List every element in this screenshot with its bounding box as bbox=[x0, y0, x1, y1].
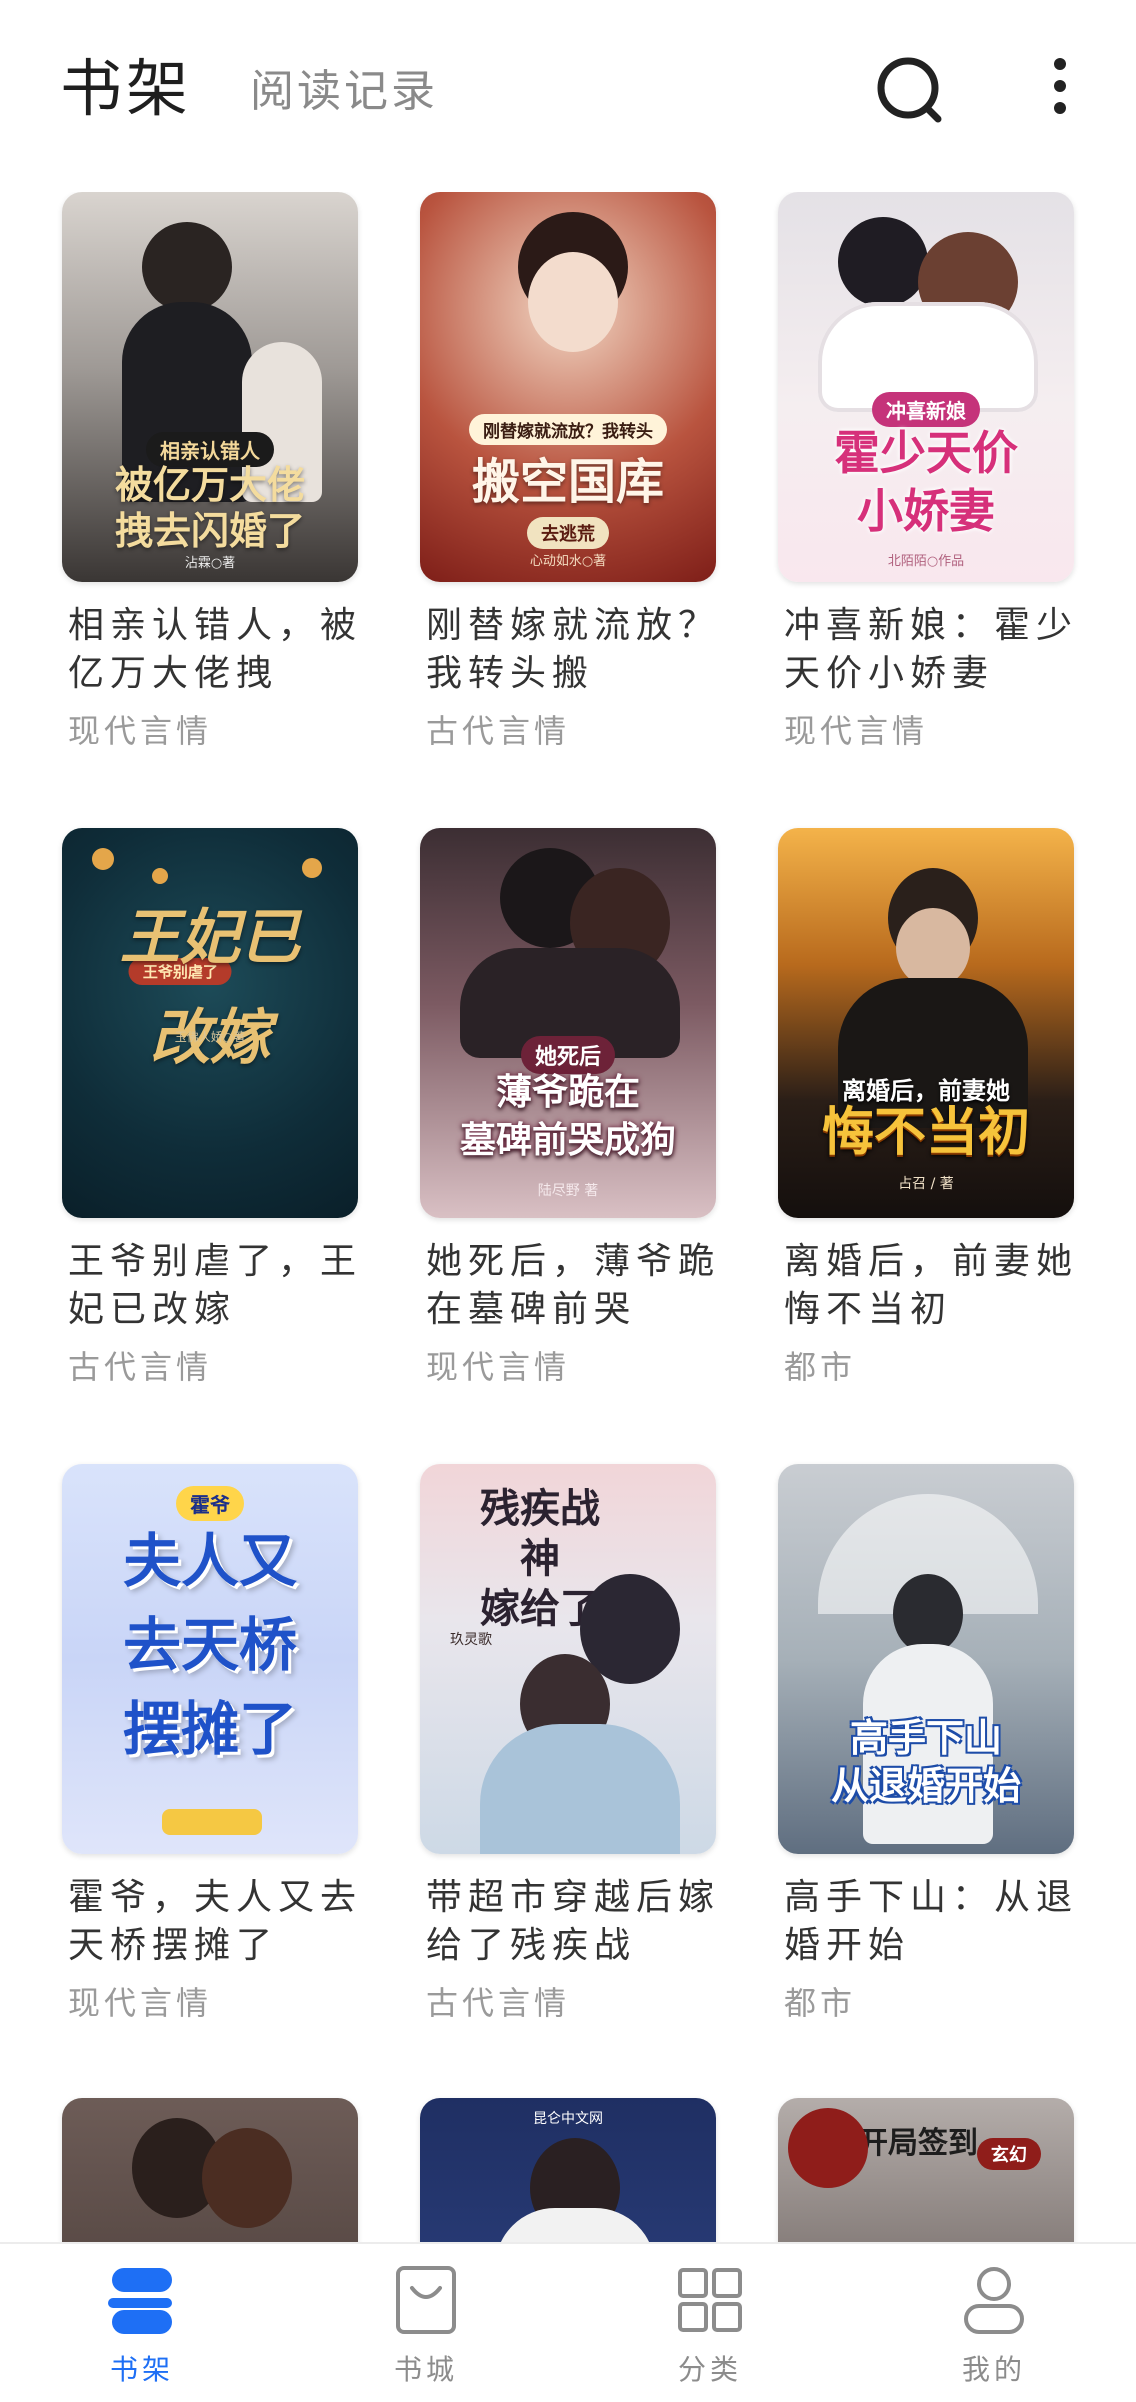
cover-title: 高手下山 从退婚开始 bbox=[830, 1715, 1021, 1808]
book-title: 她死后，薄爷跪在墓碑前哭 bbox=[426, 1241, 720, 1330]
cover-author: 心动如水○著 bbox=[529, 554, 607, 569]
nav-label: 书架 bbox=[109, 2353, 174, 2386]
bookshelf-icon bbox=[108, 2268, 172, 2334]
book-category: 都市 bbox=[784, 1984, 857, 2022]
cover-tag: 玄幻 bbox=[976, 2138, 1041, 2170]
search-icon bbox=[877, 57, 942, 123]
bottom-navigation: 书架 书城 分类 我的 bbox=[0, 2242, 1136, 2402]
cover-author: 玉佛人娇○著 bbox=[174, 1030, 246, 1044]
book-category: 古代言情 bbox=[426, 712, 571, 750]
book-category: 古代言情 bbox=[426, 1984, 571, 2022]
book-item[interactable]: 王爷别虐了 王妃已 改嫁 玉佛人娇○著 王爷别虐了，王妃已改嫁 古代言情 bbox=[62, 828, 362, 1388]
cover-figure bbox=[528, 252, 618, 352]
book-category: 现代言情 bbox=[426, 1348, 571, 1386]
book-cover: 玄幻 开局签到 bbox=[778, 2098, 1074, 2242]
cover-tag: 冲喜新娘 bbox=[872, 392, 980, 427]
book-item[interactable]: 昆仑中文网 bbox=[420, 2098, 720, 2242]
book-category: 都市 bbox=[784, 1348, 857, 1386]
cover-figure bbox=[202, 2128, 292, 2228]
book-cover: 她死后 薄爷跪在 墓碑前哭成狗 陆尽野 著 bbox=[420, 828, 716, 1218]
cover-title: 悔不当初 bbox=[821, 1102, 1030, 1163]
cover-title: 霍少天价 小娇妻 bbox=[834, 426, 1018, 538]
book-item[interactable]: 相亲认错人 被亿万大佬 拽去闪婚了 沾霖○著 相亲认错人，被亿万大佬拽 现代言情 bbox=[62, 192, 362, 752]
cover-title: 薄爷跪在 墓碑前哭成狗 bbox=[459, 1071, 676, 1161]
cover-author: 玖灵歌 bbox=[450, 1632, 492, 1648]
cover-title: 被亿万大佬 拽去闪婚了 bbox=[114, 462, 305, 553]
book-cover: 王爷别虐了 王妃已 改嫁 玉佛人娇○著 bbox=[62, 828, 358, 1218]
cover-figure bbox=[495, 2208, 655, 2242]
cover-subtag: 去逃荒 bbox=[527, 517, 609, 549]
nav-label: 我的 bbox=[961, 2353, 1026, 2386]
cover-author: 陆尽野 著 bbox=[537, 1183, 599, 1199]
book-item[interactable]: 霍爷 夫人又 去天桥 摆摊了 霍爷，夫人又去天桥摆摊了 现代言情 bbox=[62, 1464, 362, 2024]
book-title: 离婚后，前妻她悔不当初 bbox=[784, 1241, 1078, 1330]
store-bag-icon bbox=[396, 2266, 456, 2334]
cover-publisher: 昆仑中文网 bbox=[533, 2111, 603, 2127]
cover-banner bbox=[162, 1809, 262, 1835]
book-item[interactable]: 刚替嫁就流放？我转头 搬空国库 去逃荒 心动如水○著 刚替嫁就流放？我转头搬 古… bbox=[420, 192, 720, 752]
nav-categories[interactable]: 分类 bbox=[610, 2262, 810, 2392]
book-cover bbox=[62, 2098, 358, 2242]
more-vertical-icon bbox=[1054, 58, 1066, 114]
book-title: 高手下山：从退婚开始 bbox=[784, 1877, 1078, 1966]
nav-bookshelf[interactable]: 书架 bbox=[42, 2262, 242, 2392]
cover-title: 夫人又 去天桥 摆摊了 bbox=[122, 1527, 297, 1763]
book-item[interactable]: 她死后 薄爷跪在 墓碑前哭成狗 陆尽野 著 她死后，薄爷跪在墓碑前哭 现代言情 bbox=[420, 828, 720, 1388]
book-item[interactable]: 玄幻 开局签到 bbox=[778, 2098, 1078, 2242]
cover-figure bbox=[142, 222, 232, 312]
book-category: 现代言情 bbox=[784, 712, 929, 750]
book-item[interactable]: 冲喜新娘 霍少天价 小娇妻 北陌陌○作品 冲喜新娘：霍少天价小娇妻 现代言情 bbox=[778, 192, 1078, 752]
category-grid-icon bbox=[678, 2268, 742, 2332]
book-cover: 昆仑中文网 bbox=[420, 2098, 716, 2242]
cover-title: 搬空国库 bbox=[471, 454, 664, 510]
book-cover: 冲喜新娘 霍少天价 小娇妻 北陌陌○作品 bbox=[778, 192, 1074, 582]
book-title: 冲喜新娘：霍少天价小娇妻 bbox=[784, 605, 1078, 694]
tab-reading-history[interactable]: 阅读记录 bbox=[250, 55, 438, 119]
profile-icon bbox=[964, 2267, 1024, 2334]
book-category: 现代言情 bbox=[68, 712, 213, 750]
cover-lantern bbox=[302, 858, 322, 878]
book-cover: 刚替嫁就流放？我转头 搬空国库 去逃荒 心动如水○著 bbox=[420, 192, 716, 582]
book-item[interactable]: 残疾战神 嫁给了 玖灵歌 带超市穿越后嫁给了残疾战 古代言情 bbox=[420, 1464, 720, 2024]
cover-author: 占召 / 著 bbox=[898, 1176, 954, 1192]
cover-author: 北陌陌○作品 bbox=[887, 554, 965, 569]
book-cover: 离婚后，前妻她 悔不当初 占召 / 著 bbox=[778, 828, 1074, 1218]
nav-label: 分类 bbox=[677, 2353, 742, 2386]
book-title: 刚替嫁就流放？我转头搬 bbox=[426, 605, 720, 694]
search-button[interactable] bbox=[870, 50, 950, 130]
cover-author: 沾霖○著 bbox=[184, 556, 236, 571]
book-item[interactable]: 高手下山 从退婚开始 高手下山：从退婚开始 都市 bbox=[778, 1464, 1078, 2024]
nav-bookstore[interactable]: 书城 bbox=[326, 2262, 526, 2392]
cover-title: 王妃已 改嫁 bbox=[120, 903, 300, 1073]
book-category: 古代言情 bbox=[68, 1348, 213, 1386]
book-title: 相亲认错人，被亿万大佬拽 bbox=[68, 605, 362, 694]
book-title: 带超市穿越后嫁给了残疾战 bbox=[426, 1877, 720, 1966]
cover-figure bbox=[838, 217, 928, 307]
cover-lantern bbox=[92, 848, 114, 870]
cover-title: 开局签到 bbox=[858, 2126, 978, 2161]
book-title: 霍爷，夫人又去天桥摆摊了 bbox=[68, 1877, 362, 1966]
book-category: 现代言情 bbox=[68, 1984, 213, 2022]
more-menu-button[interactable] bbox=[1030, 50, 1090, 130]
book-cover: 残疾战神 嫁给了 玖灵歌 bbox=[420, 1464, 716, 1854]
top-bar: 书架 阅读记录 bbox=[0, 0, 1136, 165]
cover-figure bbox=[896, 908, 970, 988]
book-title: 王爷别虐了，王妃已改嫁 bbox=[68, 1241, 362, 1330]
book-cover: 霍爷 夫人又 去天桥 摆摊了 bbox=[62, 1464, 358, 1854]
cover-figure bbox=[788, 2108, 868, 2188]
nav-label: 书城 bbox=[393, 2353, 458, 2386]
book-item[interactable] bbox=[62, 2098, 362, 2242]
cover-tag: 刚替嫁就流放？我转头 bbox=[469, 414, 667, 445]
cover-lantern bbox=[152, 868, 168, 884]
bookshelf-grid: 相亲认错人 被亿万大佬 拽去闪婚了 沾霖○著 相亲认错人，被亿万大佬拽 现代言情… bbox=[0, 192, 1136, 2242]
book-item[interactable]: 离婚后，前妻她 悔不当初 占召 / 著 离婚后，前妻她悔不当初 都市 bbox=[778, 828, 1078, 1388]
book-cover: 相亲认错人 被亿万大佬 拽去闪婚了 沾霖○著 bbox=[62, 192, 358, 582]
book-cover: 高手下山 从退婚开始 bbox=[778, 1464, 1074, 1854]
nav-profile[interactable]: 我的 bbox=[894, 2262, 1094, 2392]
cover-tag: 霍爷 bbox=[176, 1486, 244, 1521]
tab-bookshelf[interactable]: 书架 bbox=[60, 38, 192, 128]
cover-figure bbox=[480, 1724, 680, 1854]
cover-figure bbox=[893, 1574, 963, 1654]
